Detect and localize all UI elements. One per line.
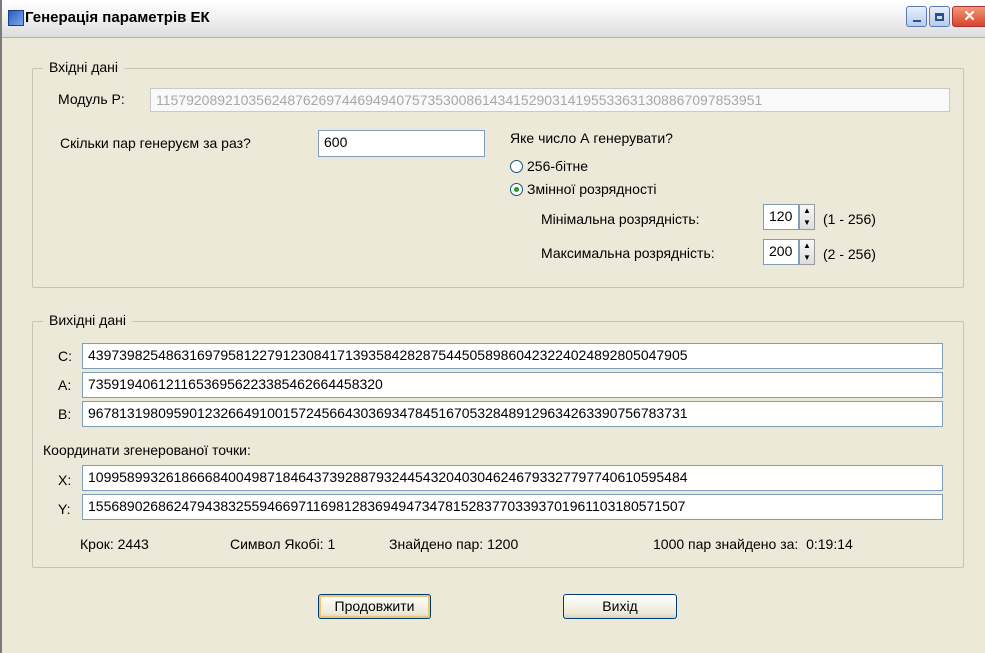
output-group: Вихідні дані C: 439739825486316979581227… [32, 312, 964, 568]
close-button[interactable]: ✕ [952, 6, 985, 27]
min-bits-range: (1 - 256) [823, 211, 876, 227]
max-bits-range: (2 - 256) [823, 246, 876, 262]
app-icon [8, 10, 24, 26]
spin-up-icon[interactable]: ▲ [800, 205, 814, 217]
modulus-field[interactable]: 1157920892103562487626974469494075735300… [150, 88, 950, 112]
pairs-label: Скільки пар генеруєм за раз? [60, 135, 251, 151]
radio-256-bit[interactable] [510, 160, 523, 173]
elapsed-time-status: 1000 пар знайдено за: 0:19:14 [653, 536, 853, 552]
main-window: Генерація параметрів ЕК ✕ Вхідні дані Мо… [0, 0, 985, 653]
window-title: Генерація параметрів ЕК [25, 9, 210, 26]
min-bits-field[interactable]: 120 [763, 204, 799, 230]
coords-heading: Координати згенерованої точки: [43, 442, 251, 458]
min-bits-label: Мінімальна розрядність: [541, 211, 700, 227]
output-group-legend: Вихідні дані [43, 312, 132, 328]
title-bar[interactable]: Генерація параметрів ЕК ✕ [2, 0, 985, 38]
a-question-label: Яке число А генерувати? [510, 130, 673, 146]
a-label: A: [58, 377, 72, 393]
input-group-legend: Вхідні дані [43, 59, 124, 75]
minimize-button[interactable] [906, 6, 927, 27]
y-field[interactable]: 1556890268624794383255946697116981283694… [82, 494, 943, 520]
c-label: C: [58, 348, 72, 364]
step-status: Крок: 2443 [80, 536, 149, 552]
found-pairs-status: Знайдено пар: 1200 [389, 536, 519, 552]
spin-down-icon[interactable]: ▼ [800, 217, 814, 229]
c-field[interactable]: 4397398254863169795812279123084171393584… [82, 343, 943, 369]
x-field[interactable]: 1099589932618666840049871846437392887932… [82, 465, 943, 491]
input-group: Вхідні дані Модуль P: 115792089210356248… [32, 59, 964, 288]
spin-up-icon[interactable]: ▲ [800, 240, 814, 252]
maximize-icon [935, 12, 944, 21]
b-field[interactable]: 9678131980959012326649100157245664303693… [82, 401, 943, 427]
spin-down-icon[interactable]: ▼ [800, 252, 814, 264]
minimize-icon [912, 19, 921, 22]
radio-selected-dot [514, 187, 519, 192]
min-bits-spinner[interactable]: ▲ ▼ [799, 204, 815, 230]
maximize-button[interactable] [929, 6, 950, 27]
radio-variable-bit[interactable] [510, 183, 523, 196]
x-label: X: [58, 472, 72, 488]
modulus-label: Модуль P: [58, 91, 125, 107]
jacobi-status: Символ Якобі: 1 [230, 536, 336, 552]
max-bits-spinner[interactable]: ▲ ▼ [799, 239, 815, 265]
max-bits-label: Максимальна розрядність: [541, 245, 715, 261]
b-label: B: [58, 406, 72, 422]
a-field[interactable]: 735919406121165369562233854626644583​20 [82, 372, 943, 398]
close-icon: ✕ [963, 8, 976, 25]
radio-variable-bit-label[interactable]: Змінної розрядності [527, 181, 656, 197]
continue-button[interactable]: Продовжити [318, 594, 431, 619]
pairs-field[interactable]: 600 [318, 130, 485, 157]
y-label: Y: [58, 501, 71, 517]
max-bits-field[interactable]: 200 [763, 239, 799, 265]
exit-button[interactable]: Вихід [563, 594, 677, 619]
radio-256-bit-label[interactable]: 256-бітне [527, 158, 588, 174]
